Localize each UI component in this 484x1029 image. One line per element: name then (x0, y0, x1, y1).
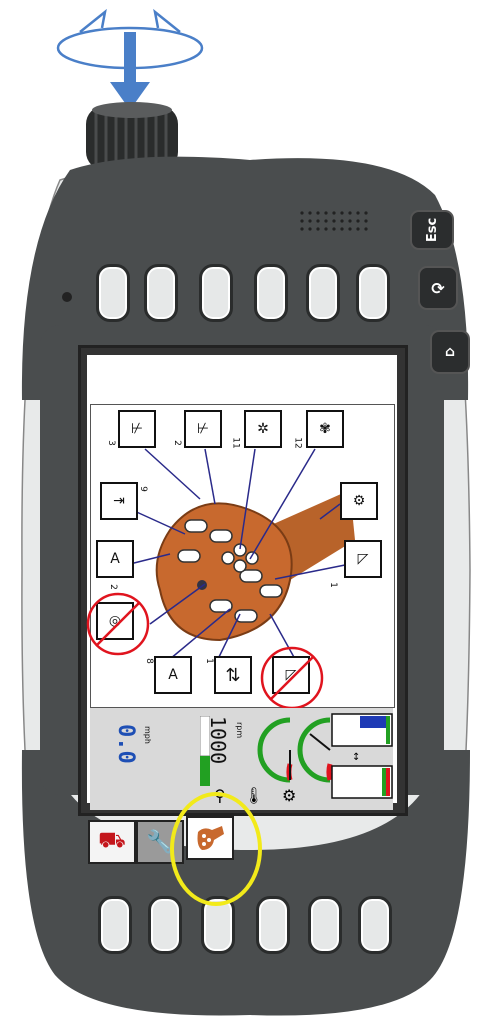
callout-spread-icon[interactable]: ✲ (244, 410, 282, 448)
callout-auto-spread-icon[interactable]: A (154, 656, 192, 694)
esc-label: Esc (424, 217, 440, 243)
svg-text:↕: ↕ (352, 752, 360, 763)
esc-button[interactable]: Esc (410, 210, 454, 250)
softkey-top-2[interactable] (144, 264, 178, 322)
rpm-bar-graph (200, 716, 210, 786)
boom-fold-icon: ◸ (357, 551, 369, 567)
tractor-icon: ⛟ (98, 828, 126, 853)
spread-icon: ✲ (257, 421, 269, 437)
softkey-bottom-1[interactable] (98, 896, 132, 954)
softkey-top-5[interactable] (306, 264, 340, 322)
rpm-unit: rpm (235, 722, 244, 739)
auto-swath-icon: A (110, 551, 120, 567)
rotation-arrows-icon (56, 8, 204, 110)
callout-cycle-arrows-icon[interactable]: ⇅ (214, 656, 252, 694)
softkey-top-4[interactable] (254, 264, 288, 322)
callout-number-8: 8 (143, 658, 154, 664)
callout-number-6: 2 (107, 584, 118, 590)
highlight-ellipse (170, 792, 262, 906)
callout-number-5: 9 (137, 486, 148, 492)
softkey-top-6[interactable] (356, 264, 390, 322)
swath-left-icon: ⊬ (130, 421, 144, 437)
callout-number-2: 2 (171, 440, 182, 446)
callout-swath-right-icon[interactable]: ⊬ (184, 410, 222, 448)
speed-value: 0.0 (113, 724, 138, 764)
pto-gear-icon: ⚙ (352, 493, 366, 509)
section-narrow-icon: ⇥ (113, 493, 125, 509)
cycle-arrows-icon: ⇅ (225, 664, 241, 686)
softkey-bottom-5[interactable] (308, 896, 342, 954)
tab-tractor[interactable]: ⛟ (88, 820, 136, 864)
level-indicators: ↕ (331, 713, 393, 799)
callout-number-3: 11 (230, 437, 241, 449)
home-button[interactable]: ⌂ (430, 330, 470, 374)
speaker-grill (300, 211, 368, 231)
callout-section-narrow-icon[interactable]: ⇥ (100, 482, 138, 520)
disabled-marker-boom (260, 646, 324, 710)
speed-unit: mph (143, 726, 152, 744)
softkey-top-3[interactable] (199, 264, 233, 322)
rotate-icon: ⟳ (431, 278, 445, 298)
callout-auto-swath-icon[interactable]: A (96, 540, 134, 578)
callout-pto-gear-icon[interactable]: ⚙ (340, 482, 378, 520)
callout-number-7: 1 (327, 582, 338, 588)
callout-number-1: 3 (105, 440, 116, 446)
callout-number-9: 1 (203, 658, 214, 664)
oil-icon: ⚙ (282, 785, 297, 805)
home-icon: ⌂ (444, 344, 456, 360)
auto-spread-icon: A (168, 667, 178, 683)
pto-spread-icon: ✾ (319, 421, 331, 437)
light-sensor (62, 292, 72, 302)
swath-right-icon: ⊬ (196, 421, 210, 437)
callout-boom-fold-icon[interactable]: ◸ (344, 540, 382, 578)
rotate-button[interactable]: ⟳ (418, 266, 458, 310)
callout-swath-left-icon[interactable]: ⊬ (118, 410, 156, 448)
callout-number-4: 12 (292, 437, 303, 449)
callout-pto-spread-icon[interactable]: ✾ (306, 410, 344, 448)
disabled-marker-steering (86, 592, 150, 656)
softkey-top-1[interactable] (96, 264, 130, 322)
speed-readout: 0.0 (113, 724, 138, 764)
softkey-bottom-6[interactable] (358, 896, 392, 954)
